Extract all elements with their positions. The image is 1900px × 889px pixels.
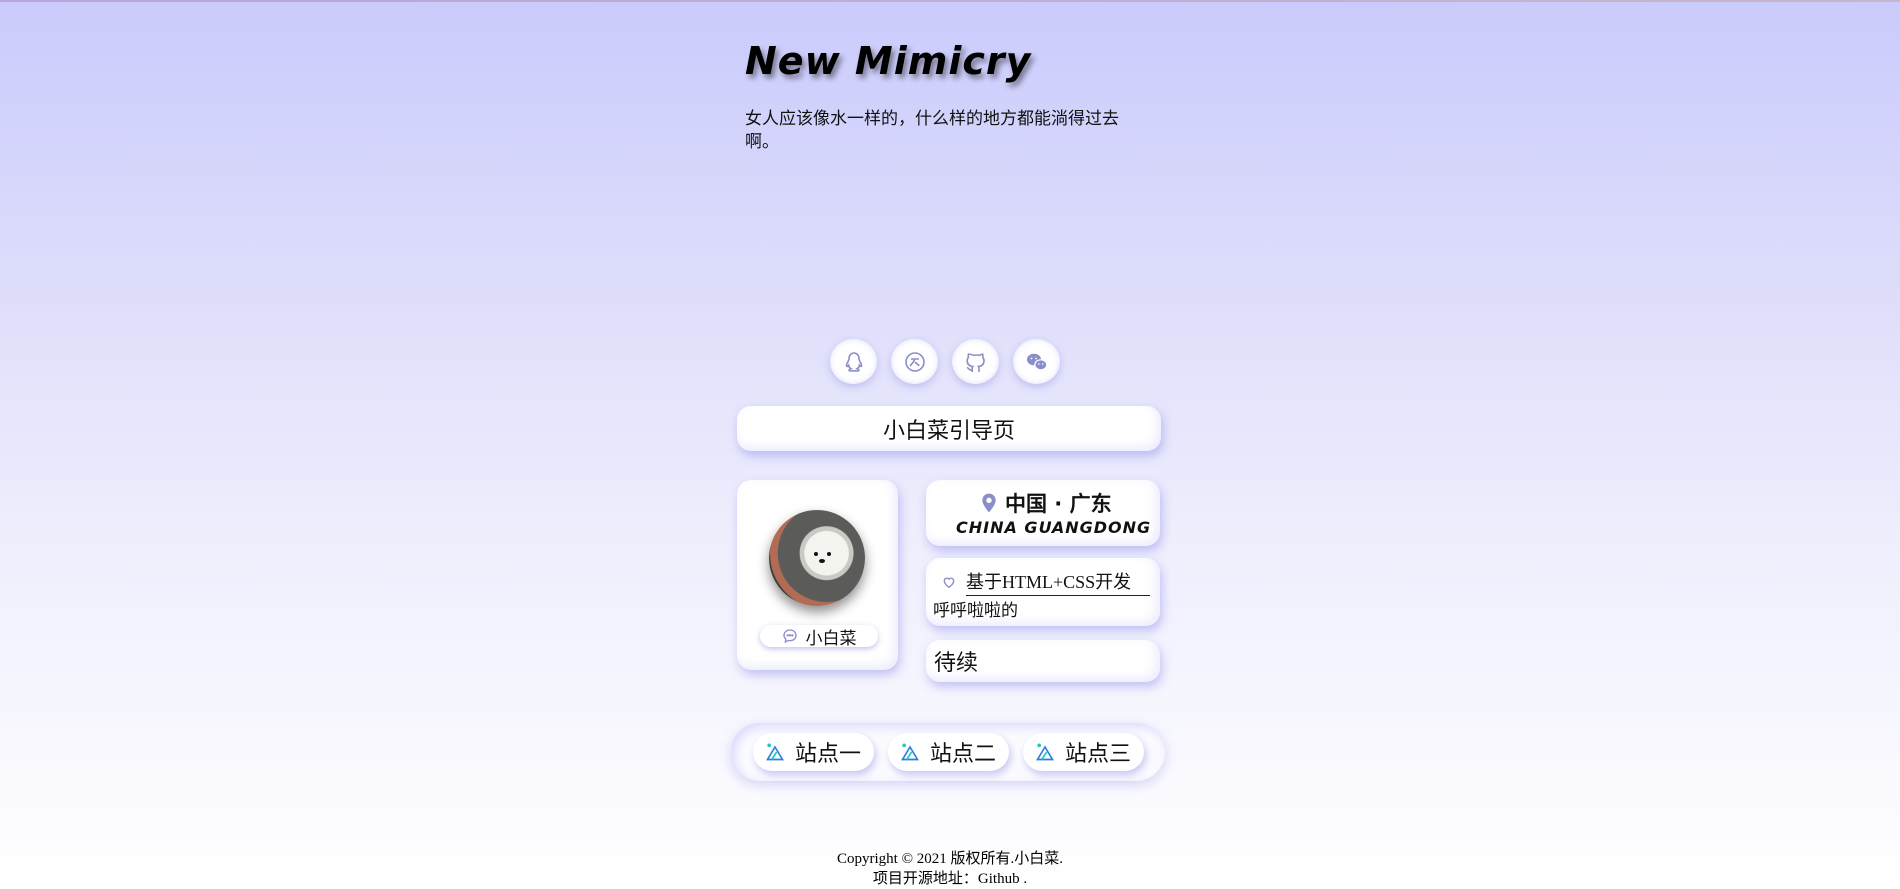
site-label: 站点二 [929,742,996,767]
footer: Copyright © 2021 版权所有.小白菜. 项目开源地址：Github… [0,849,1900,889]
tech-note: 呼呼啦啦的 [933,601,1018,621]
site-links-bar: 站点一 站点二 站点三 [731,723,1165,781]
site-icon [901,743,919,761]
weibo-icon [904,351,925,372]
bear-face [805,540,839,570]
tech-heading-row: 基于HTML+CSS开发 [942,568,1150,596]
site-label: 站点一 [794,742,861,767]
source-link[interactable]: 项目开源地址：Github . [0,869,1900,889]
site-title: New Mimicry [745,39,1032,83]
site-link-1[interactable]: 站点一 [752,733,874,771]
avatar[interactable] [769,510,865,606]
todo-label: 待续 [934,651,979,676]
location-cn-row: 中国 · 广东 [981,488,1112,518]
bear-nose [819,559,825,563]
profile-name: 小白菜 [805,628,857,649]
github-link[interactable] [952,339,999,384]
location-en: CHINA GUANGDONG [956,518,1152,537]
wechat-link[interactable] [1013,339,1060,384]
guide-title: 小白菜引导页 [882,418,1015,444]
github-icon [965,352,985,372]
site-link-3[interactable]: 站点三 [1022,733,1144,771]
site-subtitle: 女人应该像水一样的，什么样的地方都能淌得过去啊。 [745,109,1119,152]
site-label: 站点三 [1064,742,1131,767]
qq-link[interactable] [830,339,877,384]
weibo-link[interactable] [891,339,938,384]
site-icon [766,743,784,761]
profile-card: 小白菜 [737,480,898,670]
copyright-text: Copyright © 2021 版权所有.小白菜. [837,851,1063,867]
header: New Mimicry 女人应该像水一样的，什么样的地方都能淌得过去啊。 [745,38,1145,154]
location-card: 中国 · 广东 CHINA GUANGDONG [926,480,1160,546]
chat-bubble-icon [782,629,797,644]
tech-card: 基于HTML+CSS开发 呼呼啦啦的 [926,558,1160,626]
social-links [830,339,1060,384]
location-cn: 中国 · 广东 [1005,492,1112,516]
location-pin-icon [982,493,996,513]
qq-penguin-icon [845,351,862,372]
todo-card: 待续 [926,640,1160,682]
top-border [0,0,1900,2]
site-link-2[interactable]: 站点二 [887,733,1009,771]
site-icon [1036,743,1054,761]
bear-eye [827,552,831,556]
guide-title-card: 小白菜引导页 [737,406,1161,451]
bear-eye [814,552,818,556]
heart-icon [943,577,955,589]
profile-name-pill[interactable]: 小白菜 [760,625,878,649]
wechat-icon [1026,353,1047,370]
tech-heading: 基于HTML+CSS开发 [966,568,1150,596]
